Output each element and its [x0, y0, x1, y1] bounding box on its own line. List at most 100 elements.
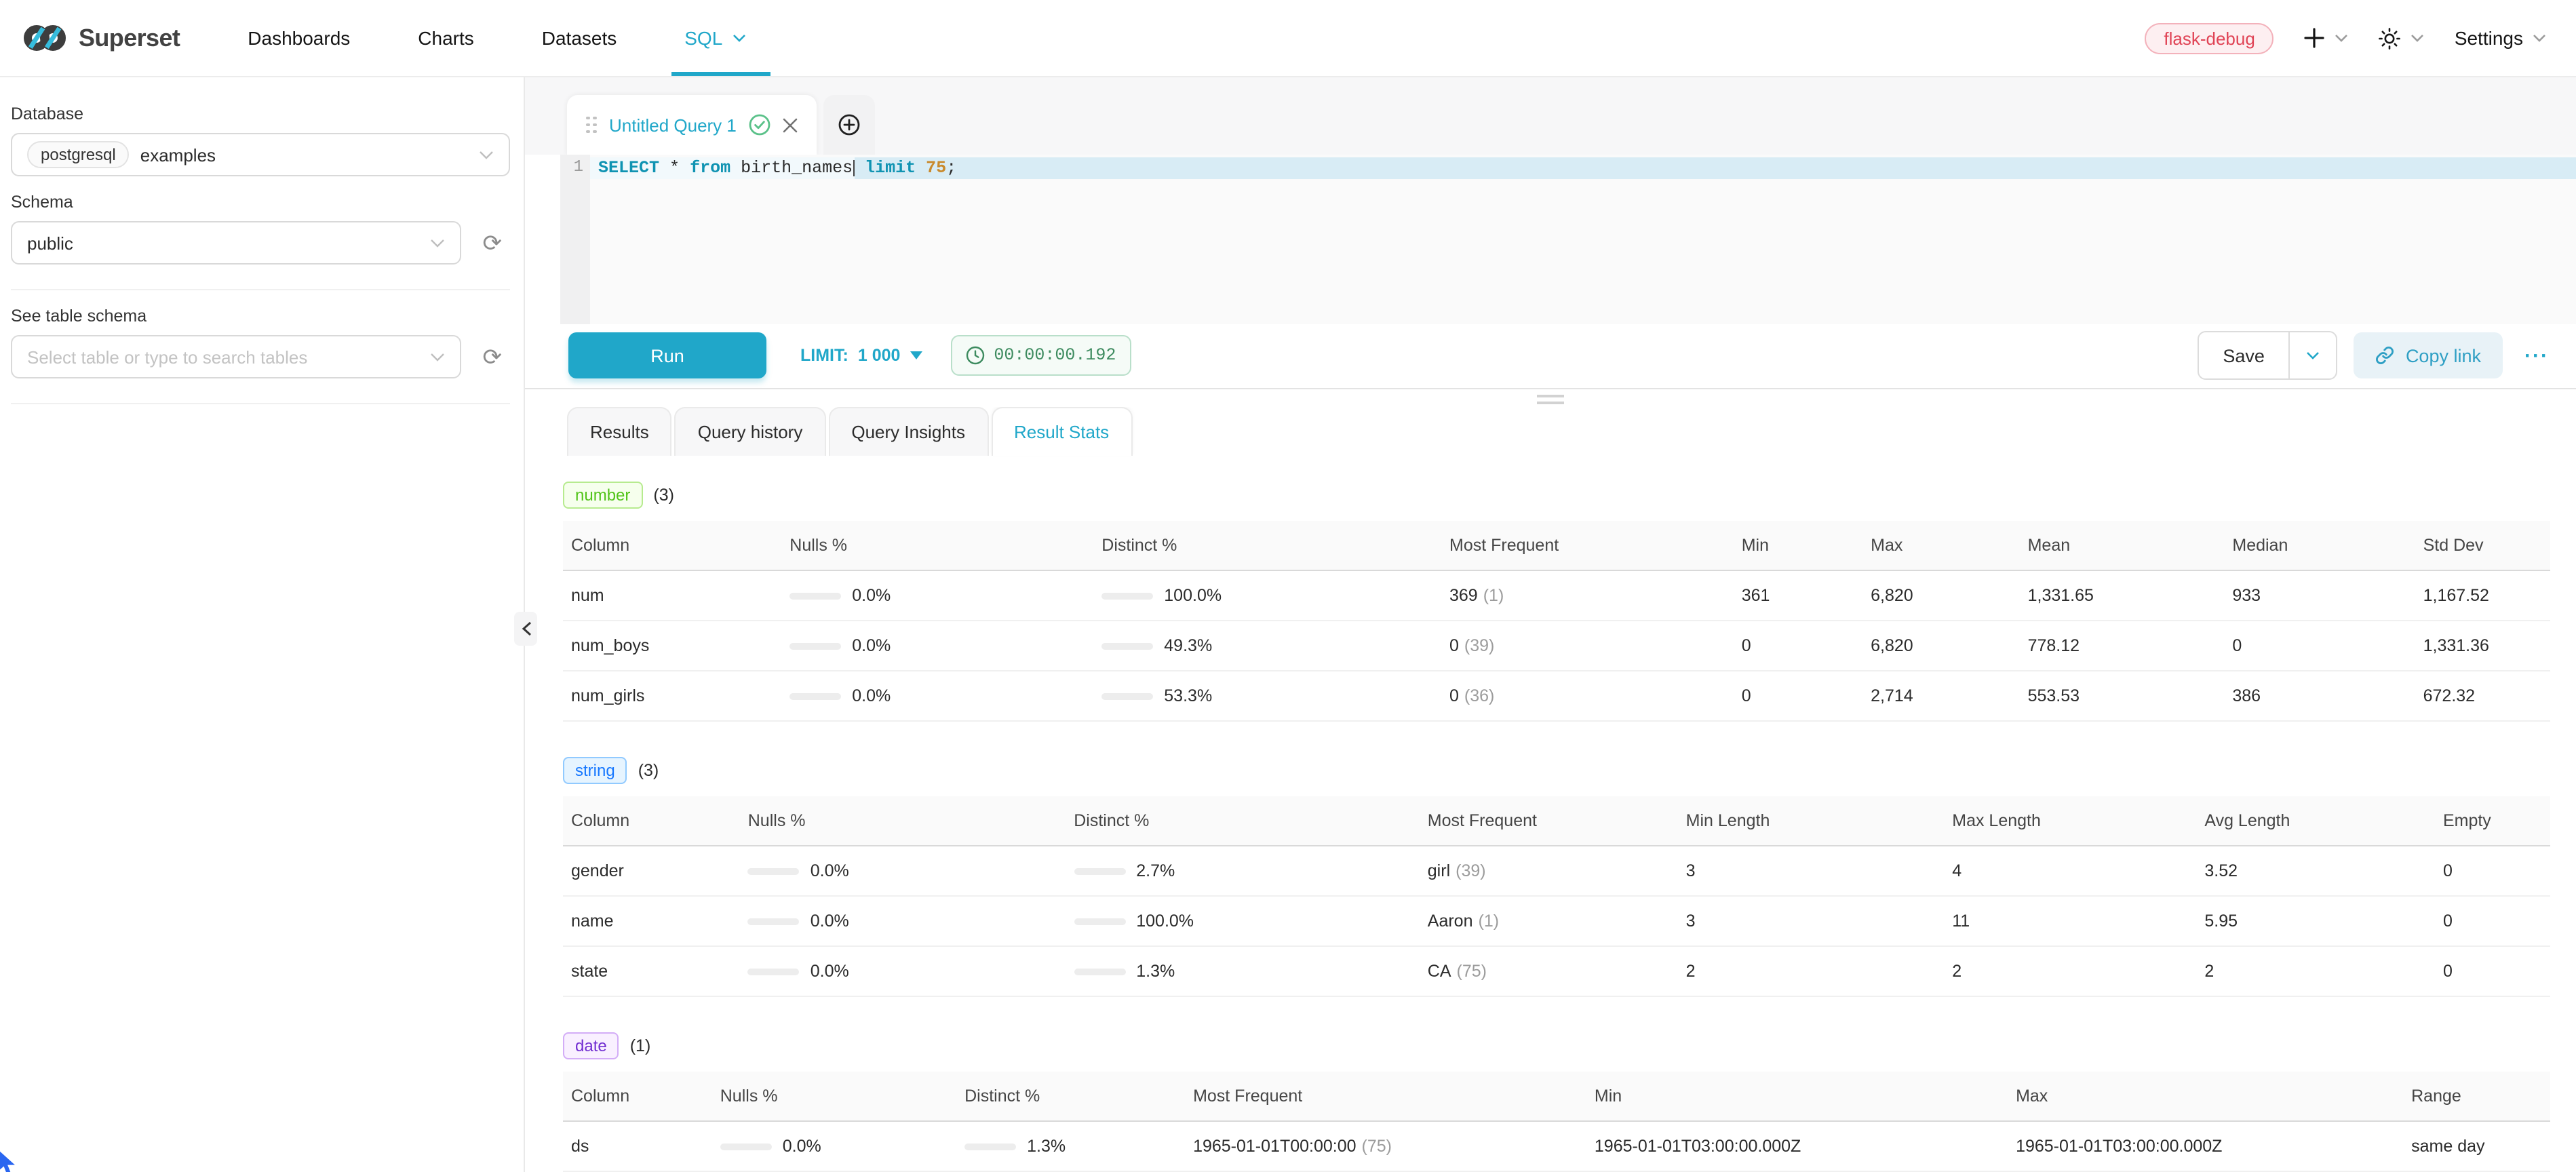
brand-name: Superset — [79, 24, 180, 52]
refresh-icon: ⟳ — [483, 230, 503, 256]
column-count: (3) — [638, 761, 659, 780]
type-badge-date: date — [563, 1032, 619, 1059]
chevron-down-icon — [2533, 34, 2546, 42]
nav-item-charts[interactable]: Charts — [418, 0, 473, 76]
save-button[interactable]: Save — [2198, 333, 2289, 379]
chevron-down-icon — [2307, 352, 2320, 360]
column-header: Median — [2224, 521, 2415, 570]
column-header: Mean — [2020, 521, 2225, 570]
column-header: Column — [563, 796, 740, 846]
nulls-bar — [748, 918, 800, 924]
sql-keyword: limit — [855, 157, 926, 179]
sql-keyword: SELECT — [598, 157, 659, 179]
elapsed-time-value: 00:00:00.192 — [994, 347, 1116, 366]
environment-badge: flask-debug — [2145, 22, 2273, 54]
nulls-bar — [789, 642, 841, 649]
code-line-1: SELECT * from birth_names limit 75 ; — [590, 157, 2576, 179]
distinct-bar — [1074, 968, 1125, 975]
add-query-tab-button[interactable] — [823, 95, 875, 155]
close-tab-icon[interactable] — [783, 117, 798, 132]
save-split-button[interactable]: Save — [2197, 332, 2338, 380]
column-header: Min — [1586, 1072, 2008, 1121]
column-header: Column — [563, 521, 781, 570]
column-header: Max — [1862, 521, 2019, 570]
table-header-row: Column Nulls % Distinct % Most Frequent … — [563, 1072, 2550, 1121]
table-row: name 0.0% 100.0% Aaron(1) 3 11 5.95 0 — [563, 896, 2550, 946]
link-icon — [2376, 347, 2395, 366]
column-header: Empty — [2435, 796, 2550, 846]
column-header: Max — [2008, 1072, 2403, 1121]
drag-handle-icon[interactable] — [586, 116, 597, 134]
nav-item-dashboards[interactable]: Dashboards — [248, 0, 350, 76]
column-header: Nulls % — [712, 1072, 956, 1121]
caret-down-icon — [910, 352, 922, 360]
limit-value: 1 000 — [858, 347, 901, 366]
table-header-row: Column Nulls % Distinct % Most Frequent … — [563, 521, 2550, 570]
more-actions-button[interactable]: ··· — [2524, 345, 2549, 368]
number-stats-table: Column Nulls % Distinct % Most Frequent … — [563, 521, 2550, 722]
nulls-bar — [720, 1143, 772, 1150]
table-header-row: Column Nulls % Distinct % Most Frequent … — [563, 796, 2550, 846]
sql-table-name: birth_names — [730, 157, 853, 179]
editor-code-area[interactable]: SELECT * from birth_names limit 75 ; — [590, 155, 2576, 324]
nav-item-datasets[interactable]: Datasets — [542, 0, 617, 76]
refresh-tables-button[interactable]: ⟳ — [475, 344, 511, 370]
chevron-down-icon — [430, 238, 445, 248]
line-number: 1 — [560, 157, 583, 176]
copy-link-button[interactable]: Copy link — [2354, 333, 2503, 379]
query-tab[interactable]: Untitled Query 1 — [567, 95, 817, 155]
column-header: Nulls % — [781, 521, 1093, 570]
sql-keyword: from — [690, 157, 730, 179]
database-select[interactable]: postgresql examples — [11, 133, 510, 176]
distinct-bar — [1101, 692, 1153, 699]
save-options-button[interactable] — [2289, 333, 2337, 379]
plus-icon — [2304, 27, 2326, 49]
schema-select-value: public — [27, 233, 419, 253]
refresh-schemas-button[interactable]: ⟳ — [475, 230, 511, 256]
sql-lab-sidebar: Database postgresql examples Schema publ — [0, 77, 525, 1172]
column-header: Nulls % — [740, 796, 1066, 846]
limit-label: LIMIT: — [800, 347, 848, 366]
nav-item-sql[interactable]: SQL — [684, 0, 745, 76]
distinct-bar — [1074, 867, 1125, 874]
query-success-check-icon — [749, 114, 770, 136]
sql-number-literal: 75 — [926, 157, 946, 179]
column-header: Most Frequent — [1420, 796, 1678, 846]
table-row: ds 0.0% 1.3% 1965-01-01T00:00:00(75) 196… — [563, 1121, 2550, 1171]
superset-logo[interactable]: Superset — [22, 23, 180, 53]
result-stats-content: number (3) Column Nulls % Distinct % Mos… — [525, 456, 2576, 1172]
sun-icon — [2379, 26, 2402, 50]
column-header: Distinct % — [956, 1072, 1185, 1121]
sql-lab-page: Superset Dashboards Charts Datasets SQL — [0, 0, 2576, 1172]
column-header: Column — [563, 1072, 712, 1121]
settings-menu[interactable]: Settings — [2455, 27, 2546, 49]
tab-query-history[interactable]: Query history — [675, 407, 826, 456]
selection-fill — [956, 157, 2576, 179]
column-header: Max Length — [1944, 796, 2196, 846]
pane-resize-handle[interactable] — [525, 388, 2576, 407]
table-row: gender 0.0% 2.7% girl(39) 3 4 3.52 0 — [563, 846, 2550, 896]
refresh-icon: ⟳ — [483, 344, 503, 370]
tab-result-stats[interactable]: Result Stats — [991, 407, 1132, 456]
string-stats-table: Column Nulls % Distinct % Most Frequent … — [563, 796, 2550, 997]
table-select[interactable]: Select table or type to search tables — [11, 335, 461, 378]
schema-select[interactable]: public — [11, 221, 461, 265]
type-badge-string: string — [563, 757, 627, 784]
theme-toggle-button[interactable] — [2379, 26, 2425, 50]
distinct-bar — [1101, 642, 1153, 649]
nulls-bar — [748, 867, 800, 874]
circled-plus-icon — [838, 114, 860, 136]
date-stats-table: Column Nulls % Distinct % Most Frequent … — [563, 1072, 2550, 1172]
tab-results[interactable]: Results — [567, 407, 672, 456]
collapse-sidebar-button[interactable] — [514, 612, 537, 646]
query-tab-title: Untitled Query 1 — [609, 115, 737, 135]
limit-dropdown[interactable]: LIMIT: 1 000 — [800, 347, 922, 366]
sql-editor-pane: Untitled Query 1 — [525, 77, 2576, 1172]
new-item-button[interactable] — [2304, 27, 2349, 49]
sql-code-editor[interactable]: 1 SELECT * from birth_names limit 75 ; — [560, 155, 2576, 324]
table-row: state 0.0% 1.3% CA(75) 2 2 2 0 — [563, 946, 2550, 996]
run-button[interactable]: Run — [568, 333, 766, 379]
tab-query-insights[interactable]: Query Insights — [828, 407, 988, 456]
table-row: num_boys 0.0% 49.3% 0(39) 0 6,820 778.12… — [563, 621, 2550, 671]
sidebar-divider — [11, 403, 510, 404]
